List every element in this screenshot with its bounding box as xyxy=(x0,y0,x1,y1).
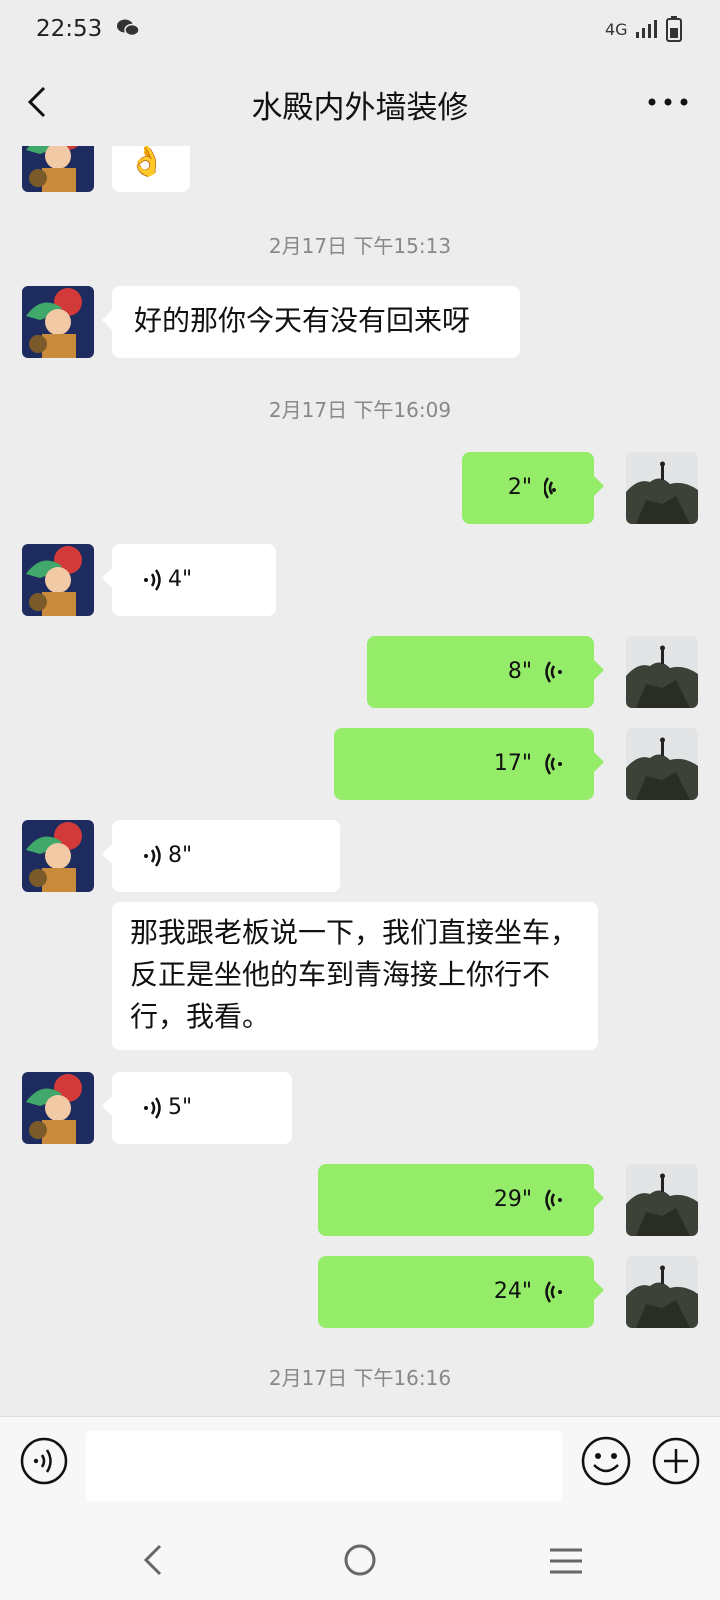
voice-wave-icon xyxy=(144,845,161,867)
system-menu-icon[interactable] xyxy=(548,1546,584,1576)
voice-message-in[interactable]: 8" xyxy=(102,820,340,892)
voice-wave-icon xyxy=(545,1281,562,1303)
system-home-icon[interactable] xyxy=(340,1540,380,1580)
contact-avatar[interactable] xyxy=(22,544,94,616)
contact-avatar[interactable] xyxy=(22,286,94,358)
text-message[interactable]: 好的那你今天有没有回来呀 xyxy=(102,286,520,358)
contact-avatar[interactable] xyxy=(22,820,94,892)
ok-hand-emoji: 👌 xyxy=(128,146,166,179)
signal-icon xyxy=(636,20,657,38)
voice-duration: 17" xyxy=(493,751,532,776)
voice-duration: 24" xyxy=(493,1279,532,1304)
back-arrow-icon[interactable] xyxy=(14,78,62,126)
text-message[interactable]: 那我跟老板说一下，我们直接坐车，反正是坐他的车到青海接上你行不行，我看。 xyxy=(112,902,598,1050)
message-input[interactable] xyxy=(86,1431,562,1501)
voice-duration: 5" xyxy=(168,1095,193,1120)
my-avatar[interactable] xyxy=(626,636,698,708)
chat-title: 水殿内外墙装修 xyxy=(251,90,469,126)
plus-icon[interactable] xyxy=(652,1437,700,1485)
voice-wave-icon xyxy=(544,477,557,499)
system-back-icon[interactable] xyxy=(138,1542,168,1578)
my-avatar[interactable] xyxy=(626,1256,698,1328)
timestamp: 2月17日 下午15:13 xyxy=(268,234,452,258)
voice-message-in[interactable]: 5" xyxy=(102,1072,292,1144)
voice-wave-icon xyxy=(545,753,562,775)
voice-duration: 29" xyxy=(493,1187,532,1212)
timestamp: 2月17日 下午16:09 xyxy=(268,398,452,422)
message-text: 好的那你今天有没有回来呀 xyxy=(134,304,471,337)
message-list[interactable]: 👌 2月17日 下午15:13 好的那你今天有没有回来呀 2月17日 下午16:… xyxy=(0,146,720,1416)
status-time: 22:53 xyxy=(36,16,103,42)
composer-bar xyxy=(0,1416,720,1524)
voice-wave-icon xyxy=(545,1189,562,1211)
voice-message-in[interactable]: 4" xyxy=(102,544,276,616)
contact-avatar[interactable] xyxy=(22,146,94,192)
message-text: 那我跟老板说一下，我们直接坐车，反正是坐他的车到青海接上你行不行，我看。 xyxy=(130,916,579,1033)
wechat-icon xyxy=(117,19,140,37)
my-avatar[interactable] xyxy=(626,1164,698,1236)
voice-duration: 8" xyxy=(168,843,193,868)
system-navigation-bar xyxy=(0,1524,720,1600)
voice-wave-icon xyxy=(144,569,161,591)
network-label: 4G xyxy=(605,20,628,39)
chat-header: 水殿内外墙装修 xyxy=(0,60,720,146)
my-avatar[interactable] xyxy=(626,728,698,800)
voice-wave-icon xyxy=(144,1097,161,1119)
voice-input-icon[interactable] xyxy=(20,1437,68,1485)
voice-message-out[interactable]: 24" xyxy=(318,1256,604,1328)
contact-avatar[interactable] xyxy=(22,1072,94,1144)
voice-message-out[interactable]: 8" xyxy=(367,636,604,708)
timestamp: 2月17日 下午16:16 xyxy=(268,1366,452,1390)
more-options-icon[interactable] xyxy=(640,82,696,122)
voice-message-out[interactable]: 29" xyxy=(318,1164,604,1236)
status-bar: 22:53 4G xyxy=(0,0,720,60)
voice-message-out[interactable]: 17" xyxy=(334,728,604,800)
voice-duration: 4" xyxy=(168,567,193,592)
voice-duration: 8" xyxy=(507,659,532,684)
voice-message-out[interactable]: 2" xyxy=(462,452,604,524)
battery-icon xyxy=(666,16,682,42)
voice-wave-icon xyxy=(545,661,562,683)
my-avatar[interactable] xyxy=(626,452,698,524)
emoji-message[interactable]: 👌 xyxy=(112,146,190,192)
emoji-icon[interactable] xyxy=(580,1435,632,1487)
voice-duration: 2" xyxy=(507,475,532,500)
